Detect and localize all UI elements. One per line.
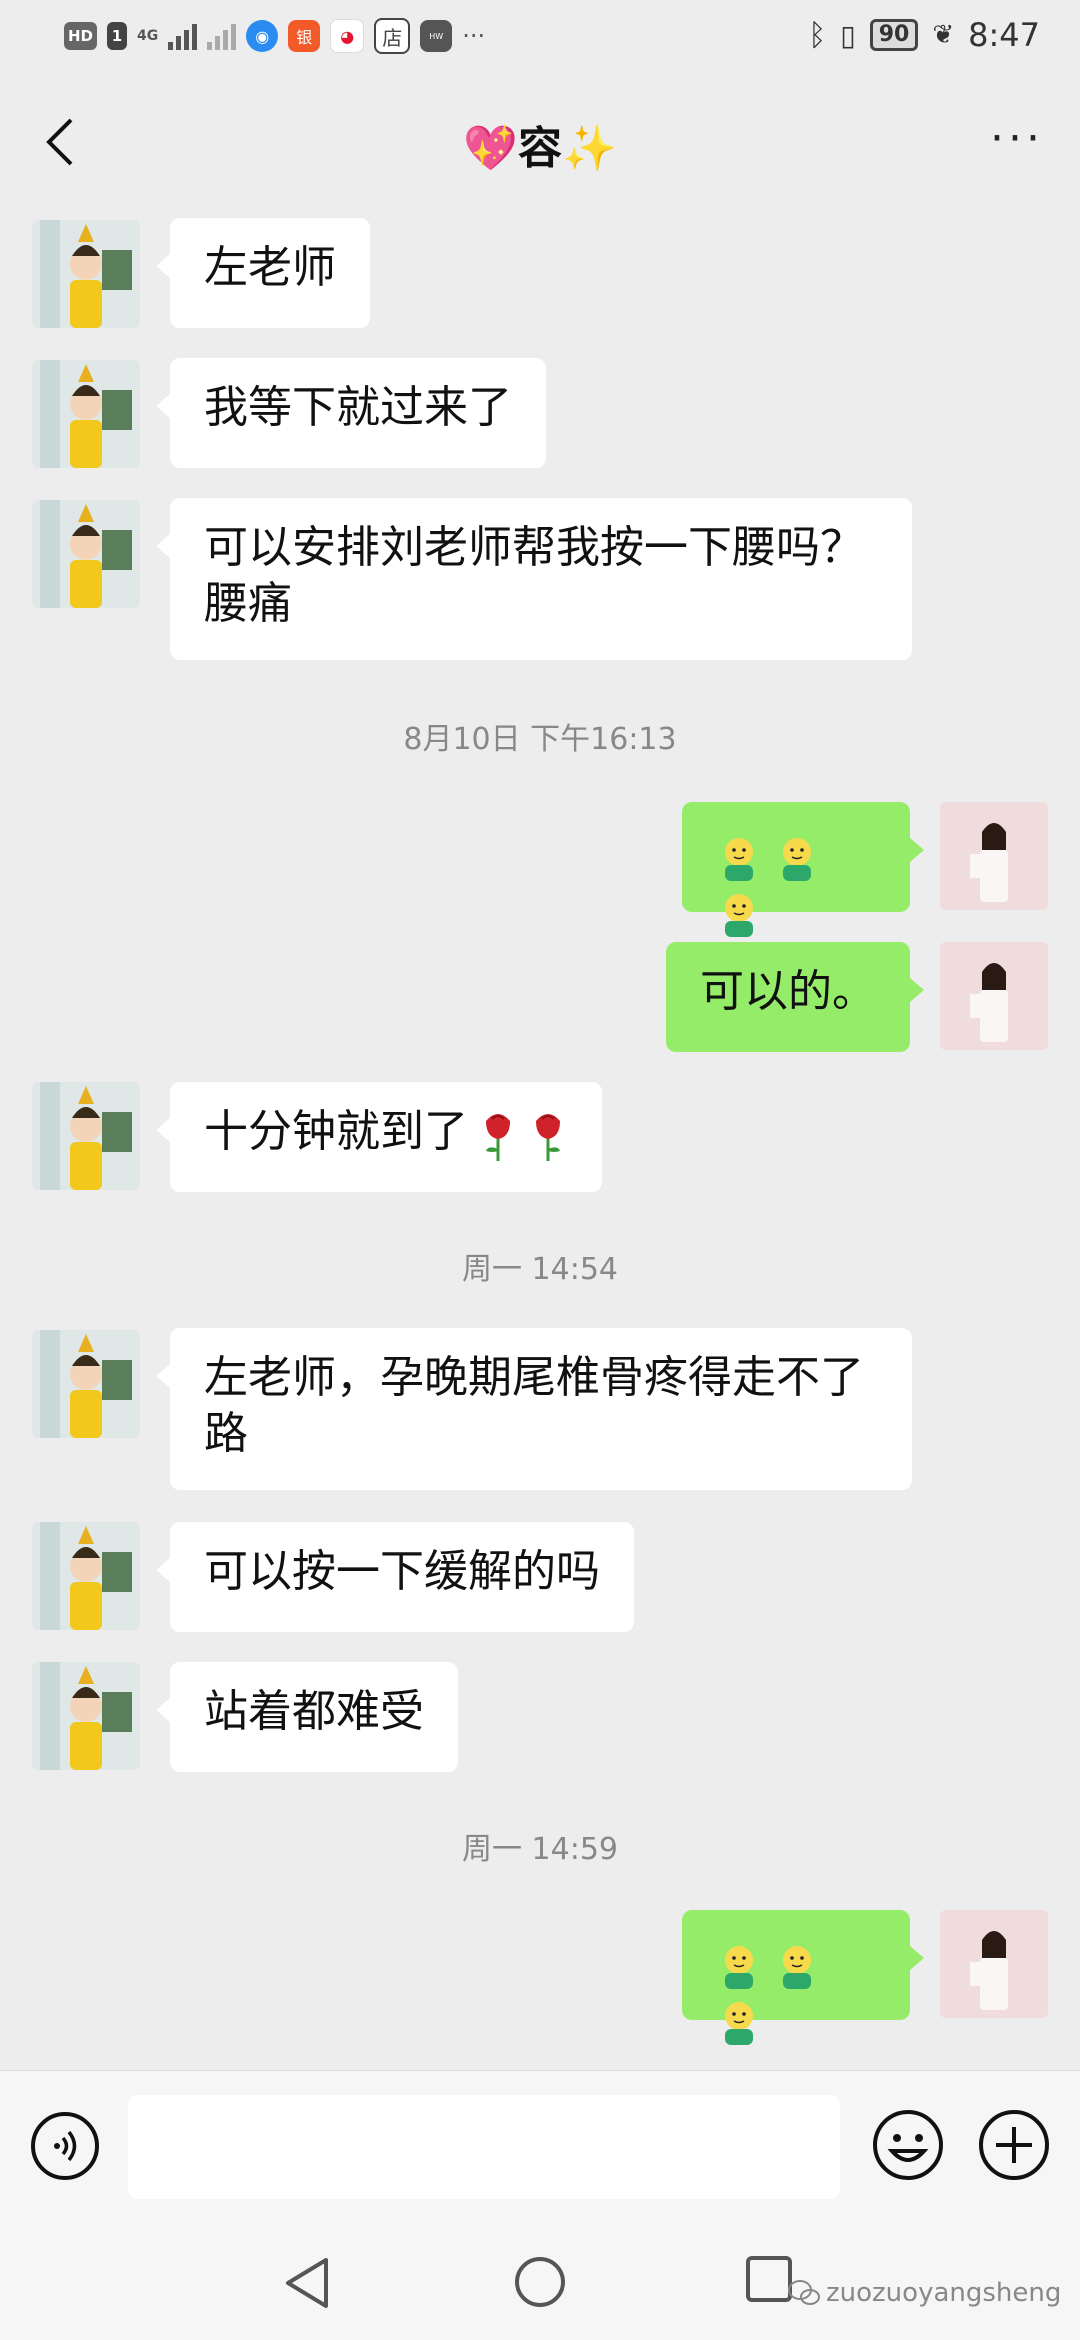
my-avatar[interactable] (940, 942, 1048, 1050)
bluetooth-icon: ᛒ (808, 17, 827, 53)
more-actions-button[interactable] (978, 2109, 1050, 2181)
message-bubble[interactable]: 站着都难受 (156, 1662, 458, 1772)
message-bubble[interactable]: 十分钟就到了 (156, 1082, 602, 1192)
leaf-icon: ❦ (932, 20, 955, 50)
message-text: 十分钟就到了 (204, 1106, 468, 1157)
voice-icon (31, 2112, 99, 2180)
contact-avatar[interactable] (32, 1330, 140, 1438)
watermark-text: zuozuoyangsheng (826, 2278, 1062, 2308)
contact-avatar[interactable] (32, 1662, 140, 1770)
message-bubble[interactable]: 我等下就过来了 (156, 358, 546, 468)
timestamp: 周一 14:54 (462, 1252, 618, 1287)
watermark: zuozuoyangsheng (788, 2278, 1061, 2308)
emoji-icon (873, 2110, 943, 2180)
weibo-icon: ◕ (330, 19, 365, 53)
message-bubble-emoji[interactable] (682, 802, 924, 937)
status-bar: HD 1 4G ◉ 银 ◕ 店 HW ··· ᛒ ▯ 90 ❦ 8:47 (0, 0, 1080, 74)
network-type: 4G (137, 28, 159, 44)
smiley-icon (725, 838, 753, 881)
battery-icon: 90 (869, 19, 919, 51)
message-bubble[interactable]: 左老师，孕晚期尾椎骨疼得走不了 路 (156, 1328, 912, 1490)
rose-icon (486, 1114, 510, 1161)
contact-avatar[interactable] (32, 500, 140, 608)
wechat-logo-icon (788, 2280, 820, 2305)
chat-header: 💖容✨ ··· (0, 74, 1080, 210)
smiley-icon (783, 1946, 811, 1989)
signal-icon (168, 22, 198, 50)
system-nav-bar: zuozuoyangsheng (0, 2220, 1080, 2340)
timestamp: 8月10日 下午16:13 (403, 722, 677, 757)
signal-no-sim-icon (207, 22, 237, 50)
rose-icon (536, 1114, 560, 1161)
smiley-icon (783, 838, 811, 881)
contact-avatar[interactable] (32, 360, 140, 468)
store-app-icon: 店 (374, 18, 411, 54)
huawei-app-icon: HW (420, 20, 453, 52)
input-bar (0, 2070, 1080, 2221)
message-bubble[interactable]: 左老师 (156, 218, 370, 328)
contact-avatar[interactable] (32, 220, 140, 328)
message-bubble[interactable]: 可以安排刘老师帮我按一下腰吗？ 腰痛 (156, 498, 912, 660)
voice-button[interactable] (30, 2111, 100, 2181)
more-options-button[interactable]: ··· (990, 117, 1044, 161)
contact-avatar[interactable] (32, 1082, 140, 1190)
status-overflow-icon: ··· (462, 22, 486, 50)
my-avatar[interactable] (940, 1910, 1048, 2018)
smiley-icon (725, 2002, 753, 2045)
message-bubble-emoji[interactable] (682, 1910, 924, 2045)
hd-badge: HD (64, 22, 98, 50)
square-recent-icon (746, 2256, 792, 2302)
nav-back-button[interactable] (282, 2256, 332, 2314)
contact-avatar[interactable] (32, 1522, 140, 1630)
plus-icon (979, 2110, 1049, 2180)
timestamp: 周一 14:59 (462, 1832, 618, 1867)
my-avatar[interactable] (940, 802, 1048, 910)
bank-app-icon: 银 (288, 20, 321, 52)
smiley-icon (725, 894, 753, 937)
status-bar-left: HD 1 4G ◉ 银 ◕ 店 HW ··· (64, 18, 485, 54)
qq-browser-icon: ◉ (246, 20, 279, 52)
message-bubble[interactable]: 可以的。 (666, 942, 924, 1052)
message-input[interactable] (128, 2095, 840, 2199)
status-bar-right: ᛒ ▯ 90 ❦ 8:47 (808, 16, 1040, 54)
message-bubble[interactable]: 可以按一下缓解的吗 (156, 1522, 634, 1632)
emoji-button[interactable] (872, 2109, 944, 2181)
triangle-back-icon (286, 2258, 328, 2308)
nav-home-button[interactable] (512, 2254, 568, 2314)
smiley-icon (725, 1946, 753, 1989)
circle-home-icon (515, 2257, 565, 2307)
vibrate-icon: ▯ (840, 18, 856, 52)
sim-badge: 1 (107, 22, 128, 50)
clock: 8:47 (968, 16, 1040, 54)
nav-recent-button[interactable] (744, 2254, 794, 2308)
chat-title: 💖容✨ (463, 123, 617, 174)
message-list[interactable]: 左老师 我等下就过来了 可以安排刘老师帮我按一下腰吗？ 腰痛 8月10日 下午1… (0, 210, 1080, 2070)
